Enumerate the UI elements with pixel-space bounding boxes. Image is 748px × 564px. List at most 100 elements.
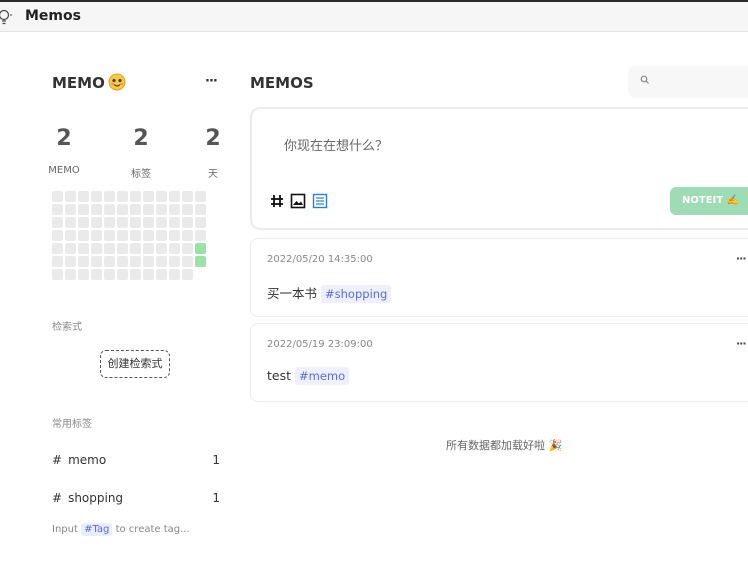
heatmap-cell	[143, 243, 154, 254]
heatmap-cell	[78, 204, 89, 215]
memo-tag[interactable]: #shopping	[321, 285, 392, 303]
heatmap-cell	[169, 256, 180, 267]
heatmap-cell	[91, 230, 102, 241]
heatmap-cell	[169, 217, 180, 228]
tags-section-label: 常用标签	[52, 419, 92, 430]
heatmap-cell	[182, 204, 193, 215]
heatmap-cell	[156, 243, 167, 254]
heatmap-cell	[104, 191, 115, 202]
heatmap-cell	[52, 269, 63, 280]
sidebar-tag-memo[interactable]: # memo 1	[52, 453, 220, 467]
heatmap-cell	[65, 204, 76, 215]
heatmap-cell	[130, 256, 141, 267]
heatmap-cell	[65, 191, 76, 202]
heatmap-cell	[78, 191, 89, 202]
heatmap-cell	[195, 217, 206, 228]
memo-timestamp: 2022/05/20 14:35:00	[267, 254, 373, 265]
page-title: MEMOS	[250, 74, 314, 92]
stat-tag-label: 标签	[131, 169, 151, 180]
tag-hint: Input #Tag to create tag...	[52, 523, 190, 536]
search-input[interactable]	[628, 66, 748, 98]
memo-text: test	[267, 368, 292, 383]
memo-more-button[interactable]: ···	[736, 337, 747, 350]
heatmap-cell	[52, 191, 63, 202]
heatmap-cell	[117, 204, 128, 215]
heatmap-cell	[117, 269, 128, 280]
title-bar: Memos	[0, 0, 748, 32]
heatmap-cell	[195, 243, 206, 254]
heatmap-cell	[117, 230, 128, 241]
save-memo-button[interactable]: NOTEIT ✍️	[670, 187, 748, 215]
heatmap-cell	[104, 256, 115, 267]
heatmap-cell	[52, 217, 63, 228]
heatmap-cell	[104, 204, 115, 215]
heatmap-cell	[65, 230, 76, 241]
heatmap-cell	[156, 217, 167, 228]
heatmap-cell	[52, 230, 63, 241]
heatmap-cell	[104, 269, 115, 280]
heatmap-cell	[182, 256, 193, 267]
smiling-face-icon	[108, 73, 126, 91]
hash-icon[interactable]	[269, 193, 285, 209]
hash-icon: #	[52, 491, 63, 505]
heatmap-cell	[156, 230, 167, 241]
tag-name: shopping	[68, 491, 124, 505]
memo-content: 买一本书 #shopping	[267, 283, 392, 303]
heatmap-cell	[104, 243, 115, 254]
heatmap-cell	[91, 191, 102, 202]
heatmap-cell	[130, 217, 141, 228]
heatmap-cell	[169, 204, 180, 215]
heatmap-cell	[78, 217, 89, 228]
memo-editor[interactable]: 你现在在想什么？ NOTEIT ✍️	[250, 107, 748, 230]
heatmap-cell	[78, 256, 89, 267]
heatmap-cell	[117, 256, 128, 267]
heatmap-cell	[182, 191, 193, 202]
heatmap-cell	[195, 256, 206, 267]
heatmap-cell	[117, 243, 128, 254]
heatmap-cell	[195, 230, 206, 241]
hint-suffix: to create tag...	[115, 524, 190, 535]
query-section-label: 检索式	[52, 322, 82, 333]
heatmap-cell	[78, 269, 89, 280]
heatmap-cell	[91, 256, 102, 267]
heatmap-cell	[195, 191, 206, 202]
tag-count: 1	[212, 491, 220, 505]
heatmap-cell	[156, 191, 167, 202]
heatmap-cell	[52, 243, 63, 254]
heatmap-cell	[156, 204, 167, 215]
memo-more-button[interactable]: ···	[736, 252, 747, 265]
user-title: MEMO	[52, 74, 105, 92]
heatmap-cell	[169, 191, 180, 202]
heatmap-cell	[65, 217, 76, 228]
heatmap-cell	[143, 230, 154, 241]
all-loaded-message: 所有数据都加载好啦 🎉	[446, 439, 563, 452]
memo-tag[interactable]: #memo	[295, 367, 350, 385]
memo-timestamp: 2022/05/19 23:09:00	[267, 339, 373, 350]
heatmap-cell	[65, 256, 76, 267]
heatmap-cell	[182, 217, 193, 228]
image-icon[interactable]	[290, 193, 306, 209]
heatmap-cell	[117, 217, 128, 228]
heatmap-cell	[117, 191, 128, 202]
heatmap-cell	[130, 191, 141, 202]
memo-content: test #memo	[267, 367, 350, 385]
stat-memo-label: MEMO	[48, 165, 80, 176]
sidebar-tag-shopping[interactable]: # shopping 1	[52, 491, 220, 505]
create-query-button[interactable]: 创建检索式	[100, 350, 170, 378]
heatmap-cell	[182, 269, 193, 280]
list-icon[interactable]	[312, 193, 328, 209]
heatmap-cell	[130, 204, 141, 215]
heatmap-cell	[52, 204, 63, 215]
heatmap-cell	[104, 230, 115, 241]
stat-tag-count: 2	[133, 126, 149, 151]
heatmap-cell	[143, 269, 154, 280]
stat-memo-count: 2	[56, 126, 72, 151]
memo-card: 2022/05/20 14:35:00 ··· 买一本书 #shopping	[250, 238, 748, 317]
heatmap-cell	[182, 230, 193, 241]
heatmap-cell	[52, 256, 63, 267]
hint-tag-chip: #Tag	[81, 523, 113, 536]
heatmap-cell	[169, 269, 180, 280]
more-options-button[interactable]: ···	[205, 74, 218, 89]
editor-placeholder[interactable]: 你现在在想什么？	[284, 135, 388, 154]
heatmap-cell	[130, 269, 141, 280]
